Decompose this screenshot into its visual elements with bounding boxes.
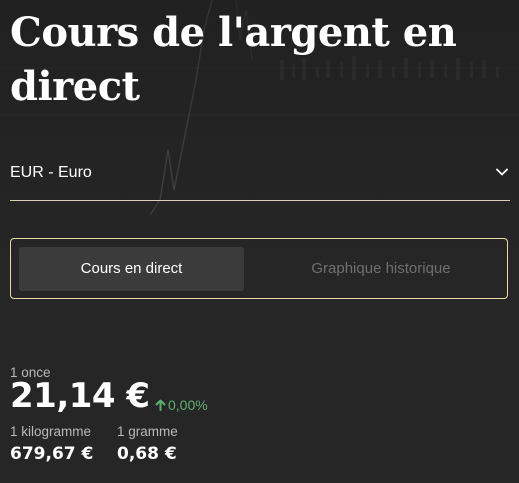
chevron-down-icon — [496, 168, 508, 176]
price-change: 0,00% — [155, 397, 208, 413]
silver-price-widget: Cours de l'argent en direct EUR - Euro C… — [0, 0, 519, 483]
arrow-up-icon — [155, 399, 166, 411]
tab-live-price[interactable]: Cours en direct — [19, 247, 244, 291]
kilogram-label: 1 kilogramme — [10, 424, 92, 439]
price-change-value: 0,00% — [168, 397, 208, 413]
gram-price: 0,68 € — [117, 444, 177, 464]
ounce-price: 21,14 € — [10, 376, 150, 416]
currency-selected-value: EUR - Euro — [10, 164, 92, 181]
view-tabs: Cours en direct Graphique historique — [10, 238, 508, 299]
page-title: Cours de l'argent en direct — [10, 9, 457, 110]
tab-historical-chart[interactable]: Graphique historique — [266, 247, 496, 291]
kilogram-price: 679,67 € — [10, 444, 94, 464]
currency-select[interactable]: EUR - Euro — [10, 156, 510, 201]
gram-label: 1 gramme — [117, 424, 178, 439]
